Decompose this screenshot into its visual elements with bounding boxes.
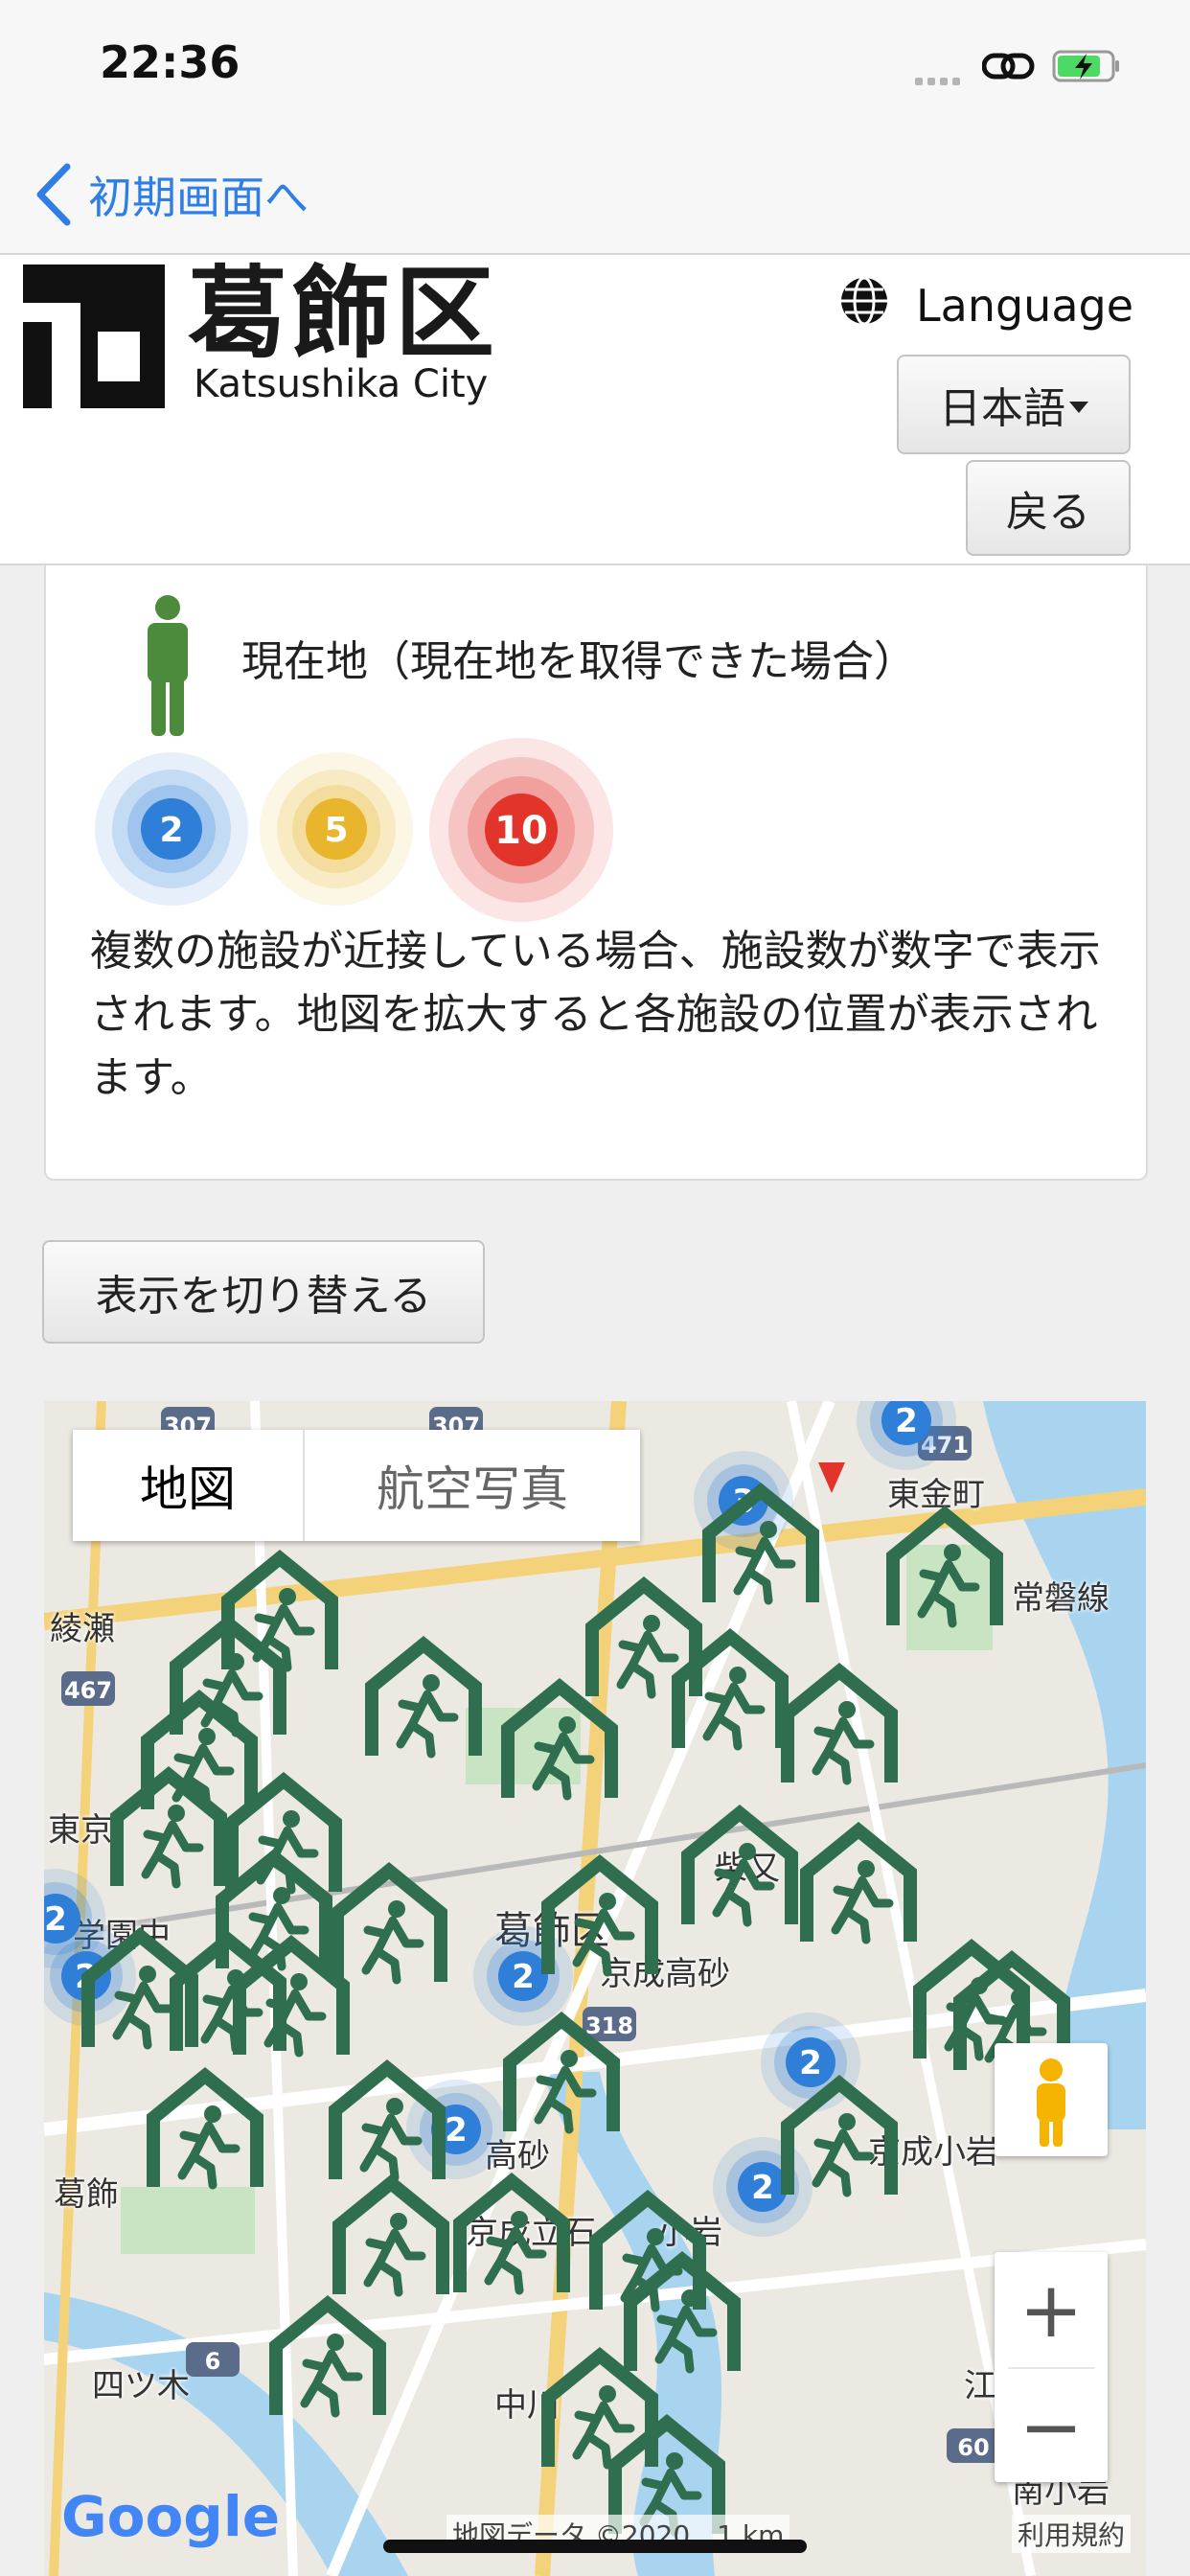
- zoom-out-button[interactable]: −: [995, 2369, 1108, 2484]
- evacuation-shelter-icon[interactable]: [453, 2172, 570, 2295]
- svg-text:2: 2: [751, 2169, 774, 2207]
- evacuation-shelter-icon[interactable]: [781, 1662, 898, 1785]
- map-cluster-marker[interactable]: 2: [761, 2012, 860, 2112]
- caret-down-icon: [1069, 402, 1088, 413]
- svg-text:2: 2: [445, 2111, 468, 2150]
- svg-text:2: 2: [895, 1402, 918, 1440]
- svg-text:2: 2: [799, 2044, 822, 2082]
- cellular-signal-icon: [915, 71, 969, 85]
- language-select-value: 日本語: [939, 384, 1065, 433]
- cluster-count: 5: [324, 811, 348, 850]
- evacuation-shelter-icon[interactable]: [501, 1677, 618, 1801]
- language-select[interactable]: 日本語: [897, 355, 1131, 454]
- google-logo: Google: [61, 2484, 281, 2549]
- svg-text:2: 2: [512, 1958, 535, 1996]
- site-header: 葛飾区 Katsushika City Language 日本語 戻る: [0, 255, 1190, 565]
- home-indicator: [383, 2540, 807, 2553]
- evacuation-shelter-icon[interactable]: [331, 1861, 447, 1985]
- svg-text:467: 467: [64, 1677, 112, 1704]
- evacuation-shelter-icon[interactable]: [269, 2294, 386, 2418]
- cluster-count: 10: [494, 809, 548, 853]
- evacuation-shelter-icon[interactable]: [800, 1821, 917, 1944]
- street-view-pegman-icon[interactable]: [995, 2043, 1108, 2156]
- current-location-text: 現在地（現在地を取得できた場合）: [241, 637, 916, 686]
- back-to-home-link[interactable]: 初期画面へ: [88, 163, 309, 226]
- cluster-marker-2: 2: [95, 752, 248, 906]
- chevron-left-icon[interactable]: [33, 161, 75, 228]
- map-cluster-marker[interactable]: 2: [473, 1926, 573, 2026]
- evacuation-shelter-icon[interactable]: [681, 1804, 798, 1927]
- nav-bar: 初期画面へ: [0, 134, 1190, 255]
- evacuation-shelter-icon[interactable]: [365, 1635, 482, 1759]
- back-button[interactable]: 戻る: [966, 460, 1131, 556]
- map-overlay: 307 3074714673186603222 2222: [44, 1401, 1070, 2537]
- switch-view-button[interactable]: 表示を切り替える: [42, 1240, 485, 1344]
- current-location-person-icon: [148, 595, 188, 736]
- route-shield: 467: [61, 1671, 115, 1706]
- cluster-count: 2: [159, 811, 183, 850]
- battery-charging-icon: [1052, 50, 1119, 82]
- evacuation-shelter-icon[interactable]: [332, 2174, 449, 2297]
- zoom-control: + −: [995, 2252, 1108, 2482]
- route-shield: 60: [947, 2428, 1000, 2463]
- map-view[interactable]: 東金町 常磐線 綾瀬 葛飾区 京成高砂 京成立石 京成小岩 四ツ木 小岩 高砂 …: [44, 1401, 1146, 2576]
- map-cluster-marker[interactable]: 2: [713, 2137, 812, 2237]
- evacuation-shelter-icon[interactable]: [147, 2066, 263, 2190]
- zoom-in-button[interactable]: +: [995, 2252, 1108, 2367]
- svg-text:6: 6: [205, 2348, 221, 2375]
- logo-english: Katsushika City: [194, 362, 489, 406]
- evacuation-shelter-icon[interactable]: [221, 1549, 338, 1672]
- status-bar: 22:36: [0, 0, 1190, 134]
- evacuation-shelter-icon[interactable]: [624, 2250, 741, 2374]
- svg-text:318: 318: [585, 2012, 633, 2039]
- cluster-marker-5: 5: [260, 752, 413, 906]
- map-type-aerial-button[interactable]: 航空写真: [305, 1430, 640, 1541]
- route-shield: 6: [186, 2342, 240, 2377]
- status-time: 22:36: [100, 36, 240, 88]
- legend-card: 現在地（現在地を取得できた場合） 2 5 10 複数の施設が近接している場合、施…: [44, 565, 1148, 1181]
- legend-description: 複数の施設が近接している場合、施設数が数字で表示されます。地図を拡大すると各施設…: [90, 927, 1101, 1102]
- logo-kanji: 葛飾区: [188, 255, 499, 372]
- terms-link[interactable]: 利用規約: [1012, 2515, 1132, 2553]
- language-label: Language: [916, 280, 1134, 332]
- katsushika-logo-mark: [23, 264, 165, 408]
- location-pin-icon: [818, 1462, 845, 1493]
- map-type-map-button[interactable]: 地図: [73, 1430, 305, 1541]
- cluster-marker-10: 10: [429, 738, 613, 922]
- globe-icon: [841, 276, 887, 326]
- link-icon: [982, 53, 1035, 80]
- svg-text:60: 60: [957, 2434, 989, 2461]
- map-type-control: 地図 航空写真: [73, 1430, 640, 1541]
- evacuation-shelter-icon[interactable]: [886, 1505, 1003, 1628]
